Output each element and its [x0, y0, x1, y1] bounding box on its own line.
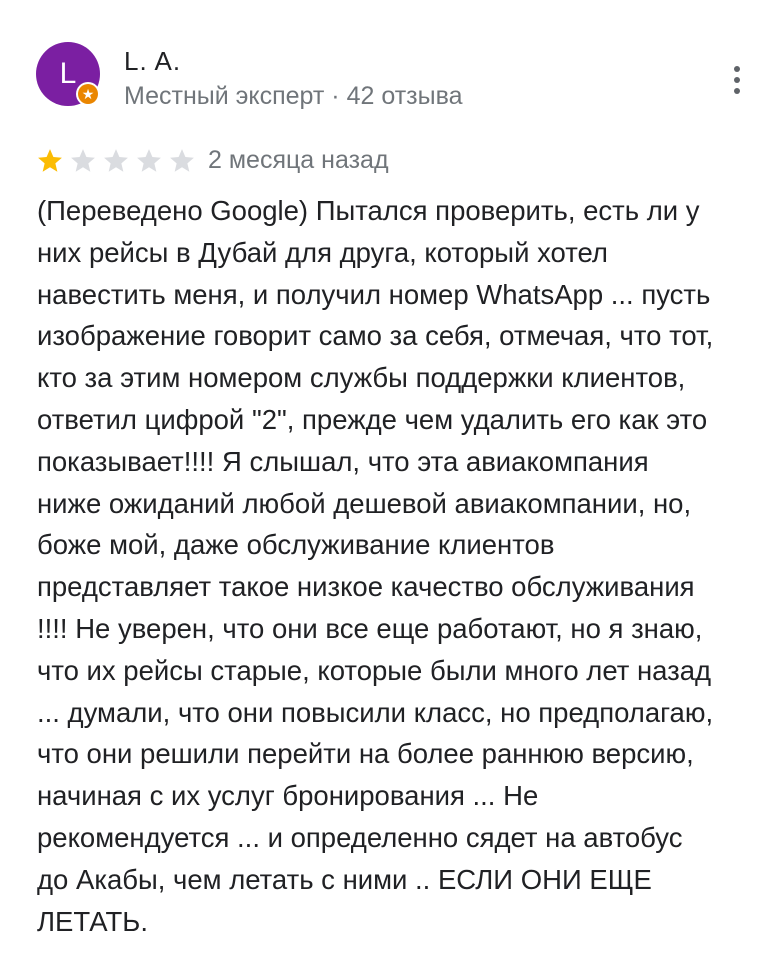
review-text-line: них рейсы в Дубай для друга, который хот… [37, 236, 608, 268]
review-text-line: ниже ожиданий любой дешевой авиакомпании… [37, 487, 692, 519]
avatar-initial: L [59, 57, 77, 90]
more-vert-icon [734, 66, 740, 72]
author-meta[interactable]: Местный эксперт · 42 отзыва [124, 81, 462, 111]
review-text: (Переведено Google) Пытался проверить, е… [37, 190, 767, 942]
review-text-line: начиная с их услуг бронирования ... Не [37, 780, 539, 812]
local-guide-star-icon: ★ [78, 84, 98, 104]
review-text-line: до Акабы, чем летать с ними .. ЕСЛИ ОНИ … [37, 863, 652, 895]
review-text-line: кто за этим номером службы поддержки кли… [37, 362, 686, 394]
review-date: 2 месяца назад [208, 146, 389, 174]
review-text-line: что их рейсы старые, которые были много … [37, 654, 712, 686]
review-text-line: (Переведено Google) Пытался проверить, е… [37, 195, 700, 226]
review-text-line: что они решили перейти на более раннюю в… [37, 738, 694, 770]
review-text-line: ... думали, что они повысили класс, но п… [37, 696, 714, 728]
review-text-line: боже мой, даже обслуживание клиентов [37, 529, 555, 561]
review-text-line: рекомендуется ... и определенно сядет на… [37, 821, 683, 853]
review-text-line: навестить меня, и получил номер WhatsApp… [37, 278, 711, 310]
star-filled-icon [38, 149, 62, 172]
star-rating [36, 146, 201, 176]
star-empty-icon [71, 149, 95, 172]
review-text-line: представляет такое низкое качество обслу… [37, 571, 695, 603]
author-name[interactable]: L. A. [124, 46, 181, 76]
star-empty-icon [170, 149, 194, 172]
review-text-line: !!!! Не уверен, что они все еще работают… [37, 612, 703, 644]
star-empty-icon [104, 149, 128, 172]
review-text-line: ЛЕТАТЬ. [37, 905, 148, 937]
review-text-line: ответил цифрой "2", прежде чем удалить е… [37, 403, 708, 435]
review-text-line: показывает!!!! Я слышал, что эта авиаком… [37, 445, 649, 477]
more-options-button[interactable] [720, 58, 754, 102]
review-text-line: изображение говорит само за себя, отмеча… [37, 320, 714, 352]
local-guide-badge: ★ [76, 82, 100, 106]
review-card: L ★ L. A. Местный эксперт · 42 отзыва 2 … [0, 0, 784, 962]
star-empty-icon [137, 149, 161, 172]
